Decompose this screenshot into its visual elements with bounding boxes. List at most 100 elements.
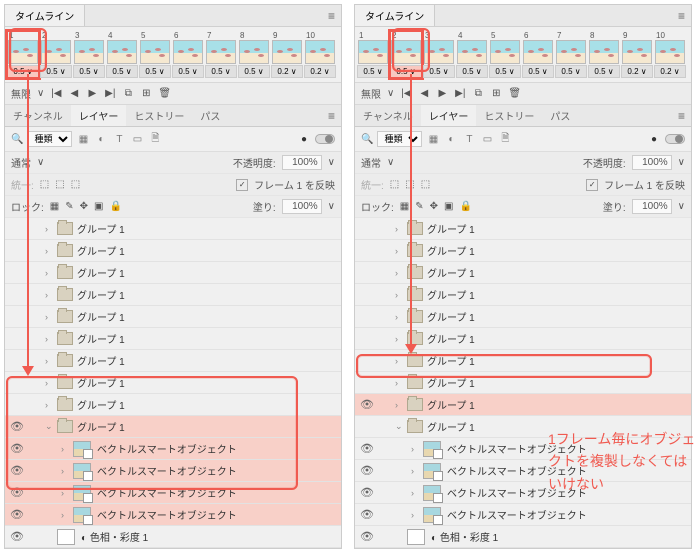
visibility-toggle[interactable]: 👁 (5, 442, 29, 455)
frame-delay[interactable]: 0.5 ∨ (238, 65, 270, 78)
opacity-field[interactable]: 100% (632, 155, 672, 170)
filter-adjust-icon[interactable]: ◐ (94, 132, 108, 146)
filter-pixel-icon[interactable]: ▦ (76, 132, 90, 146)
panel-menu-icon[interactable]: ≡ (672, 9, 691, 23)
prev-frame-button[interactable]: ◀ (418, 88, 430, 99)
layer-caret[interactable]: › (45, 356, 57, 366)
frame-delay[interactable]: 0.5 ∨ (106, 65, 138, 78)
duplicate-frame-button[interactable]: ⊞ (140, 88, 152, 99)
first-frame-button[interactable]: |◀ (50, 88, 62, 99)
frame-delay[interactable]: 0.2 ∨ (271, 65, 303, 78)
frame-delay[interactable]: 0.5 ∨ (7, 65, 39, 78)
tab-channel[interactable]: チャンネル (5, 105, 71, 126)
layer-row[interactable]: › グループ 1 (5, 218, 341, 240)
layer-row[interactable]: 👁 ⌄ グループ 1 (5, 416, 341, 438)
layer-caret[interactable]: › (395, 224, 407, 234)
layer-caret[interactable]: › (45, 268, 57, 278)
frame-5[interactable]: 5 0.5 ∨ (489, 31, 521, 78)
layer-row[interactable]: › グループ 1 (5, 306, 341, 328)
layer-caret[interactable]: › (61, 444, 73, 454)
layer-row[interactable]: › グループ 1 (355, 284, 691, 306)
play-button[interactable]: ▶ (436, 88, 448, 99)
tab-history[interactable]: ヒストリー (476, 105, 542, 126)
layer-caret[interactable]: › (395, 246, 407, 256)
frame-1[interactable]: 1 0.5 ∨ (357, 31, 389, 78)
layer-row[interactable]: 👁 › ベクトルスマートオブジェクト (355, 504, 691, 526)
prev-frame-button[interactable]: ◀ (68, 88, 80, 99)
next-frame-button[interactable]: ▶| (454, 88, 466, 99)
filter-smart-icon[interactable]: 🗎 (148, 132, 162, 146)
frame-7[interactable]: 7 0.5 ∨ (555, 31, 587, 78)
visibility-toggle[interactable]: 👁 (5, 530, 29, 543)
blend-mode[interactable]: 通常 (361, 155, 381, 170)
tween-button[interactable]: ⧉ (122, 88, 134, 99)
filter-shape-icon[interactable]: ▭ (130, 132, 144, 146)
layer-row[interactable]: › グループ 1 (5, 240, 341, 262)
frame-delay[interactable]: 0.5 ∨ (456, 65, 488, 78)
layer-row[interactable]: 👁 ◐ 色相・彩度 1 (5, 526, 341, 548)
frame-delay[interactable]: 0.5 ∨ (489, 65, 521, 78)
layer-caret[interactable]: › (411, 466, 423, 476)
frame-1[interactable]: 1 0.5 ∨ (7, 31, 39, 78)
filter-shape-icon[interactable]: ▭ (480, 132, 494, 146)
propagate-checkbox[interactable]: ✓ (236, 179, 248, 191)
frame-4[interactable]: 4 0.5 ∨ (106, 31, 138, 78)
frame-2[interactable]: 2 0.5 ∨ (390, 31, 422, 78)
layer-row[interactable]: 👁 ◐ 色相・彩度 1 (355, 526, 691, 548)
lock-move-icon[interactable]: ✥ (430, 201, 438, 212)
frame-10[interactable]: 10 0.2 ∨ (654, 31, 686, 78)
layer-row[interactable]: › グループ 1 (355, 262, 691, 284)
propagate-checkbox[interactable]: ✓ (586, 179, 598, 191)
layer-caret[interactable]: › (45, 312, 57, 322)
layer-caret[interactable]: › (395, 268, 407, 278)
frame-9[interactable]: 9 0.2 ∨ (621, 31, 653, 78)
frame-3[interactable]: 3 0.5 ∨ (423, 31, 455, 78)
layer-caret[interactable]: › (395, 334, 407, 344)
filter-type-icon[interactable]: T (462, 132, 476, 146)
layer-row[interactable]: 👁 › ベクトルスマートオブジェクト (5, 460, 341, 482)
frame-delay[interactable]: 0.5 ∨ (390, 65, 422, 78)
frame-10[interactable]: 10 0.2 ∨ (304, 31, 336, 78)
filter-kind-select[interactable]: 種類 (377, 131, 422, 147)
lock-brush-icon[interactable]: ✎ (65, 201, 73, 212)
delete-frame-button[interactable]: 🗑 (508, 88, 520, 99)
frame-2[interactable]: 2 0.5 ∨ (40, 31, 72, 78)
frame-8[interactable]: 8 0.5 ∨ (238, 31, 270, 78)
filter-kind-select[interactable]: 種類 (27, 131, 72, 147)
panel-menu-icon[interactable]: ≡ (322, 109, 341, 123)
lock-brush-icon[interactable]: ✎ (415, 201, 423, 212)
tab-layer[interactable]: レイヤー (421, 105, 477, 126)
visibility-toggle[interactable]: 👁 (5, 420, 29, 433)
layer-row[interactable]: › グループ 1 (5, 262, 341, 284)
layer-caret[interactable]: › (395, 400, 407, 410)
lock-artboard-icon[interactable]: ▣ (444, 201, 453, 212)
visibility-toggle[interactable]: 👁 (5, 464, 29, 477)
tween-button[interactable]: ⧉ (472, 88, 484, 99)
layer-row[interactable]: › グループ 1 (355, 240, 691, 262)
layer-caret[interactable]: › (45, 378, 57, 388)
repeat-mode[interactable]: 無限 (361, 86, 381, 101)
frame-5[interactable]: 5 0.5 ∨ (139, 31, 171, 78)
lock-transparent-icon[interactable]: ▦ (400, 201, 409, 212)
layer-row[interactable]: › グループ 1 (5, 284, 341, 306)
frame-delay[interactable]: 0.5 ∨ (73, 65, 105, 78)
frame-delay[interactable]: 0.5 ∨ (423, 65, 455, 78)
frame-delay[interactable]: 0.5 ∨ (172, 65, 204, 78)
fill-field[interactable]: 100% (632, 199, 672, 214)
layer-row[interactable]: › グループ 1 (5, 394, 341, 416)
filter-smart-icon[interactable]: 🗎 (498, 132, 512, 146)
filter-adjust-icon[interactable]: ◐ (444, 132, 458, 146)
frame-delay[interactable]: 0.5 ∨ (555, 65, 587, 78)
layer-caret[interactable]: › (45, 400, 57, 410)
frame-9[interactable]: 9 0.2 ∨ (271, 31, 303, 78)
tab-layer[interactable]: レイヤー (71, 105, 127, 126)
layer-row[interactable]: 👁 › ベクトルスマートオブジェクト (5, 504, 341, 526)
layer-caret[interactable]: › (395, 378, 407, 388)
frame-4[interactable]: 4 0.5 ∨ (456, 31, 488, 78)
frame-3[interactable]: 3 0.5 ∨ (73, 31, 105, 78)
timeline-tab[interactable]: タイムライン (5, 5, 85, 26)
layer-caret[interactable]: ⌄ (395, 421, 407, 432)
frame-8[interactable]: 8 0.5 ∨ (588, 31, 620, 78)
layer-caret[interactable]: › (395, 356, 407, 366)
visibility-toggle[interactable]: 👁 (355, 486, 379, 499)
